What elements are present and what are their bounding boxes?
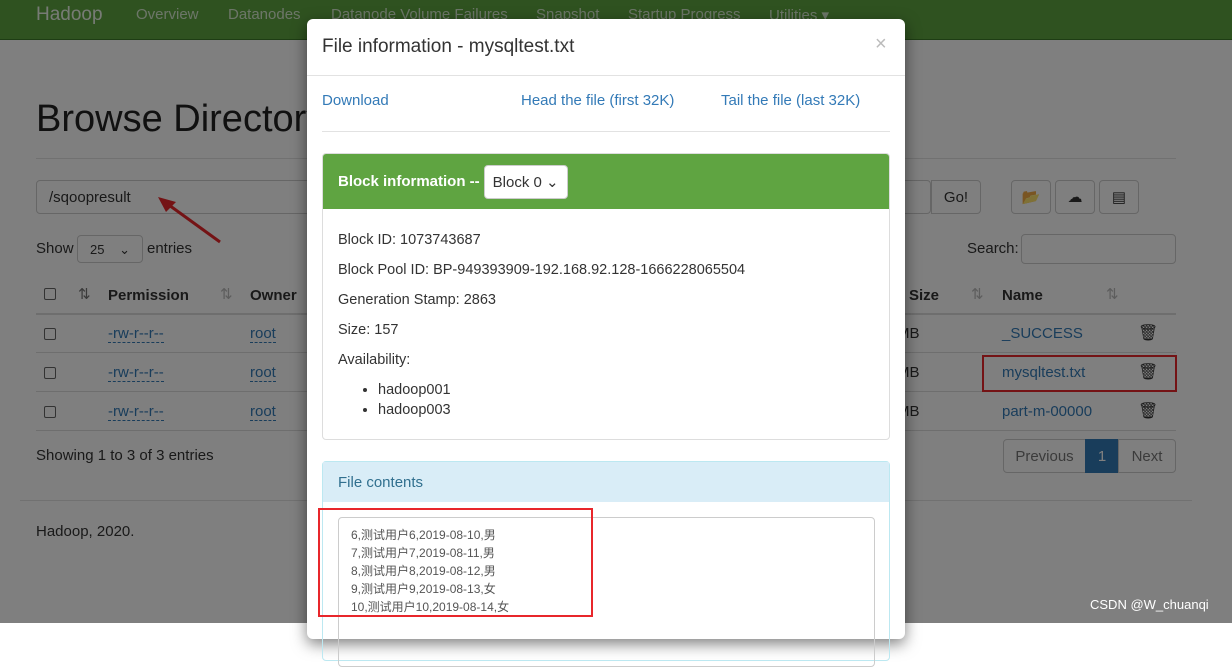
block-info-panel: Block information -- Block 0 ⌄ Block ID:… xyxy=(322,153,890,440)
block-info-label: Block information -- xyxy=(338,173,480,190)
annotation-box xyxy=(318,508,593,617)
download-link[interactable]: Download xyxy=(322,92,389,109)
links-divider xyxy=(322,131,890,132)
block-pool-id: Block Pool ID: BP-949393909-192.168.92.1… xyxy=(338,262,746,278)
block-select-value: Block 0 xyxy=(492,173,542,191)
generation-stamp: Generation Stamp: 2863 xyxy=(338,292,496,308)
block-info-header: Block information -- Block 0 ⌄ xyxy=(323,154,889,209)
modal-title: File information - mysqltest.txt xyxy=(322,36,575,57)
block-size: Size: 157 xyxy=(338,322,399,338)
availability-label: Availability: xyxy=(338,352,411,368)
datanode-item: hadoop003 xyxy=(378,400,874,420)
file-contents-header: File contents xyxy=(323,462,889,502)
watermark: CSDN @W_chuanqi xyxy=(1090,597,1209,612)
chevron-down-icon: ⌄ xyxy=(546,173,559,191)
block-select[interactable]: Block 0 ⌄ xyxy=(483,164,568,199)
close-icon[interactable]: × xyxy=(875,33,887,56)
modal-header-divider xyxy=(307,75,905,76)
head-file-link[interactable]: Head the file (first 32K) xyxy=(521,92,674,109)
tail-file-link[interactable]: Tail the file (last 32K) xyxy=(721,92,860,109)
block-id: Block ID: 1073743687 xyxy=(338,232,481,248)
datanode-item: hadoop001 xyxy=(378,380,874,400)
